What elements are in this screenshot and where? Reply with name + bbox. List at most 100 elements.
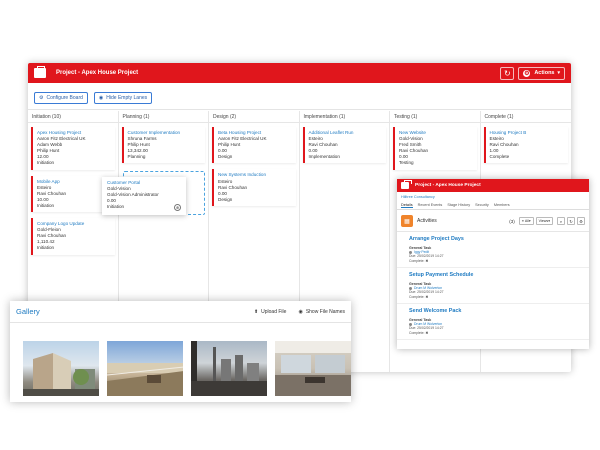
card-line: Initiation bbox=[37, 160, 55, 166]
project-card[interactable]: Additional Leaflet Run Esteiro Ravi Chou… bbox=[302, 127, 386, 164]
activity-complete-label: Complete: bbox=[409, 295, 425, 299]
search-button[interactable]: ⌕ bbox=[557, 217, 565, 225]
hide-empty-lanes-button[interactable]: ◉ Hide Empty Lanes bbox=[93, 91, 153, 104]
project-card[interactable]: Beta Housing Project Aaron Fitz Electric… bbox=[212, 127, 296, 164]
activity-title[interactable]: Setup Payment Schedule bbox=[409, 272, 577, 278]
project-card[interactable]: Company Logo Update Gold-Fleion Ravi Cho… bbox=[31, 218, 115, 255]
activities-label: Activities bbox=[417, 218, 437, 224]
show-file-names-button[interactable]: ◉ Show File Names bbox=[298, 309, 345, 315]
activity-complete-label: Complete: bbox=[409, 259, 425, 263]
gallery-title: Gallery bbox=[16, 307, 40, 316]
activity-complete: Complete: ✖ bbox=[409, 259, 577, 264]
refresh-icon: ↻ bbox=[569, 218, 573, 224]
show-file-names-label: Show File Names bbox=[305, 308, 345, 315]
configure-board-button[interactable]: ⚙ Configure Board bbox=[34, 91, 88, 104]
drag-handle-icon[interactable]: ⊕ bbox=[174, 204, 181, 211]
lane-title: Complete (1) bbox=[480, 111, 571, 123]
chevron-down-icon: ▾ bbox=[557, 70, 560, 76]
card-line: Initiation bbox=[37, 202, 55, 208]
eye-icon: ◉ bbox=[298, 308, 303, 315]
gear-icon: ⚙ bbox=[39, 94, 44, 101]
cross-icon: ✖ bbox=[425, 331, 429, 335]
tab-members[interactable]: Members bbox=[494, 203, 510, 207]
card-line: Testing bbox=[399, 160, 414, 166]
views-value: Views bbox=[538, 219, 549, 223]
gallery-thumbnails bbox=[10, 323, 351, 396]
views-select[interactable]: Views ▾ bbox=[535, 217, 553, 225]
detail-tabs: Details Recent Events Stage History Secu… bbox=[397, 201, 589, 210]
cross-icon: ✖ bbox=[425, 295, 429, 299]
card-line: Initiation bbox=[37, 245, 55, 251]
activity-complete: Complete: ✖ bbox=[409, 295, 577, 300]
board-toolbar: ⚙ Configure Board ◉ Hide Empty Lanes bbox=[28, 86, 571, 110]
project-card[interactable]: New Systems Induction Esteiro Ravi Chouh… bbox=[212, 169, 296, 206]
project-card[interactable]: Apex Housing Project Aaron Fitz Electric… bbox=[31, 127, 115, 170]
chevron-down-icon: ▾ bbox=[528, 219, 531, 223]
lane-title: Initiation (10) bbox=[28, 111, 118, 123]
activities-count: (3) bbox=[509, 218, 515, 224]
board-header: Project - Apex House Project ↻ ⚙ Actions… bbox=[28, 63, 571, 83]
card-line: Initiation bbox=[107, 204, 125, 209]
company-link[interactable]: Hilltree Consultancy bbox=[397, 192, 589, 201]
configure-board-label: Configure Board bbox=[46, 94, 83, 101]
activity-title[interactable]: Arrange Project Days bbox=[409, 236, 577, 242]
card-line: Complete bbox=[489, 154, 510, 160]
gallery-thumbnail[interactable] bbox=[107, 341, 183, 396]
lane-title: Implementation (1) bbox=[299, 111, 389, 123]
project-card[interactable]: New Website Gold-Vision Fred Smith Ravi … bbox=[393, 127, 477, 170]
card-line: Implementation bbox=[308, 154, 340, 160]
lane-title: Planning (1) bbox=[118, 111, 208, 123]
calendar-icon: ▦ bbox=[401, 215, 413, 227]
briefcase-icon bbox=[34, 66, 46, 78]
activity-item[interactable]: Setup Payment Schedule General Task Drum… bbox=[397, 268, 589, 304]
activity-complete-label: Complete: bbox=[409, 331, 425, 335]
briefcase-icon bbox=[401, 180, 412, 189]
city-view-illustration bbox=[191, 341, 267, 396]
actions-label: Actions bbox=[534, 70, 555, 76]
card-line: Design bbox=[218, 196, 233, 202]
refresh-icon: ↻ bbox=[503, 68, 511, 78]
project-card[interactable]: Housing Project B Esteiro Ravi Chouhan 1… bbox=[483, 127, 568, 164]
hide-empty-lanes-label: Hide Empty Lanes bbox=[106, 94, 148, 101]
refresh-button[interactable]: ↻ bbox=[567, 217, 575, 225]
activity-item[interactable]: Arrange Project Days General Task Iggy P… bbox=[397, 232, 589, 268]
upload-file-label: Upload File bbox=[261, 308, 287, 315]
settings-button[interactable]: ⚙ bbox=[577, 217, 585, 225]
card-line: Planning bbox=[127, 154, 146, 160]
upload-file-button[interactable]: ⬆ Upload File bbox=[254, 309, 287, 315]
chevron-down-icon: ▾ bbox=[548, 219, 550, 223]
upload-icon: ⬆ bbox=[253, 308, 259, 315]
dragged-project-card[interactable]: Customer Portal Gold-Vision Gold-Vision … bbox=[102, 177, 186, 215]
tab-recent-events[interactable]: Recent Events bbox=[418, 203, 443, 207]
activity-item[interactable]: Send Welcome Pack General Task Drum M Wo… bbox=[397, 304, 589, 340]
project-card[interactable]: Customer Implementation Shruna Farms Phi… bbox=[121, 127, 205, 164]
search-icon: ⌕ bbox=[559, 218, 563, 224]
actions-button[interactable]: ⚙ Actions ▾ bbox=[518, 66, 565, 80]
lane-title: Design (2) bbox=[209, 111, 299, 123]
activities-bar: ▦ Activities (3) ≡ All ▾ Views ▾ ⌕ ↻ ⚙ bbox=[397, 210, 589, 232]
activity-title[interactable]: Send Welcome Pack bbox=[409, 308, 577, 314]
board-title: Project - Apex House Project bbox=[56, 70, 139, 76]
tab-stage-history[interactable]: Stage History bbox=[447, 203, 470, 207]
activities-window: Project - Apex House Project Hilltree Co… bbox=[397, 179, 589, 349]
activities-window-title: Project - Apex House Project bbox=[415, 183, 481, 188]
refresh-button[interactable]: ↻ bbox=[500, 66, 515, 80]
activity-complete: Complete: ✖ bbox=[409, 331, 577, 336]
filter-select[interactable]: ≡ All ▾ bbox=[518, 217, 534, 225]
terrace-illustration bbox=[107, 363, 183, 396]
gallery-thumbnail[interactable] bbox=[275, 341, 351, 396]
eye-icon: ◉ bbox=[98, 94, 104, 101]
interior-illustration bbox=[275, 341, 351, 396]
card-line: Design bbox=[218, 154, 233, 160]
gallery-thumbnail[interactable] bbox=[191, 341, 267, 396]
activities-window-header: Project - Apex House Project bbox=[397, 179, 589, 192]
tab-security[interactable]: Security bbox=[475, 203, 489, 207]
gear-icon: ⚙ bbox=[579, 218, 583, 224]
building-illustration bbox=[23, 353, 99, 396]
settings-icon: ⚙ bbox=[523, 69, 531, 77]
filter-icon: ≡ bbox=[521, 219, 524, 223]
gallery-panel: Gallery ⬆ Upload File ◉ Show File Names bbox=[10, 301, 351, 402]
lane-title: Testing (1) bbox=[390, 111, 480, 123]
gallery-thumbnail[interactable] bbox=[23, 341, 99, 396]
tab-details[interactable]: Details bbox=[401, 203, 413, 208]
